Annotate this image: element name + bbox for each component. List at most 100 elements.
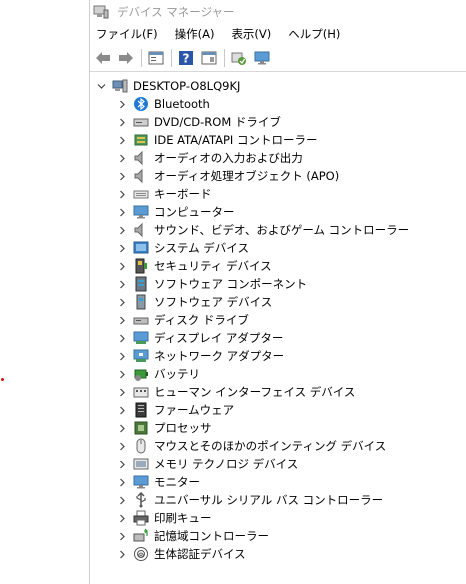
chevron-right-icon[interactable] [117,207,127,217]
tree-item[interactable]: ユニバーサル シリアル バス コントローラー [90,491,466,509]
tree-item[interactable]: プロセッサ [90,419,466,437]
tree-item[interactable]: サウンド、ビデオ、およびゲーム コントローラー [90,221,466,239]
tree-item[interactable]: コンピューター [90,203,466,221]
chevron-right-icon[interactable] [117,477,127,487]
chevron-right-icon[interactable] [117,459,127,469]
device-manager-icon [93,5,109,19]
menu-help[interactable]: ヘルプ(H) [288,26,340,42]
biometric-icon [133,546,149,562]
tree-item-label: サウンド、ビデオ、およびゲーム コントローラー [154,223,410,237]
menu-file[interactable]: ファイル(F) [96,26,158,42]
storage-controller-icon [133,528,149,544]
menu-action[interactable]: 操作(A) [175,26,215,42]
system-device-icon [133,240,149,256]
properties-icon[interactable] [146,48,166,68]
chevron-right-icon[interactable] [117,513,127,523]
chevron-right-icon[interactable] [117,225,127,235]
chevron-right-icon[interactable] [117,99,127,109]
tree-item[interactable]: IDE ATA/ATAPI コントローラー [90,131,466,149]
chevron-right-icon[interactable] [117,135,127,145]
tree-item[interactable]: ソフトウェア デバイス [90,293,466,311]
tree-item[interactable]: ソフトウェア コンポーネント [90,275,466,293]
tree-item[interactable]: 記憶域コントローラー [90,527,466,545]
back-icon[interactable] [93,48,113,68]
tree-item[interactable]: オーディオ処理オブジェクト (APO) [90,167,466,185]
tree-item[interactable]: ネットワーク アダプター [90,347,466,365]
tree-item[interactable]: ファームウェア [90,401,466,419]
chevron-right-icon[interactable] [117,279,127,289]
help-icon[interactable]: ? [176,48,196,68]
chevron-right-icon[interactable] [117,171,127,181]
hid-icon [133,384,149,400]
tree-item[interactable]: セキュリティ デバイス [90,257,466,275]
chevron-right-icon[interactable] [117,261,127,271]
scan-hardware-icon[interactable] [229,48,249,68]
chevron-right-icon[interactable] [117,405,127,415]
mouse-icon [133,438,149,454]
speaker-icon [133,168,149,184]
software-component-icon [133,276,149,292]
tree-item[interactable]: メモリ テクノロジ デバイス [90,455,466,473]
tree-item-label: モニター [154,475,200,489]
tree-item-label: 印刷キュー [154,511,212,525]
computer-root-icon [112,78,128,94]
tree-item[interactable]: マウスとそのほかのポインティング デバイス [90,437,466,455]
chevron-right-icon[interactable] [117,315,127,325]
tree-item[interactable]: システム デバイス [90,239,466,257]
chevron-right-icon[interactable] [117,117,127,127]
tree-item-label: DVD/CD-ROM ドライブ [154,115,281,129]
ide-controller-icon [133,132,149,148]
tree-item-label: マウスとそのほかのポインティング デバイス [154,439,387,453]
processor-icon [133,420,149,436]
chevron-right-icon[interactable] [117,189,127,199]
usb-icon [133,492,149,508]
tree-item[interactable]: ディスプレイ アダプター [90,329,466,347]
forward-icon[interactable] [116,48,136,68]
tree-item-label: セキュリティ デバイス [154,259,272,273]
tree-item[interactable]: 印刷キュー [90,509,466,527]
chevron-down-icon[interactable] [96,81,106,91]
svg-text:?: ? [183,52,190,66]
chevron-right-icon[interactable] [117,495,127,505]
view-icon[interactable] [199,48,219,68]
tree-item[interactable]: 生体認証デバイス [90,545,466,563]
tree-root[interactable]: DESKTOP-O8LQ9KJ [90,77,466,95]
title-bar: デバイス マネージャー [90,0,466,23]
tree-item-label: IDE ATA/ATAPI コントローラー [154,133,318,147]
chevron-right-icon[interactable] [117,243,127,253]
toolbar-separator [141,49,142,67]
chevron-right-icon[interactable] [117,423,127,433]
speaker-icon [133,150,149,166]
chevron-right-icon[interactable] [117,333,127,343]
monitor-icon[interactable] [252,48,272,68]
chevron-right-icon[interactable] [117,387,127,397]
tree-item-label: 生体認証デバイス [154,547,246,561]
chevron-right-icon[interactable] [117,441,127,451]
chevron-right-icon[interactable] [117,531,127,541]
toolbar-separator [171,49,172,67]
tree-item-label: ソフトウェア デバイス [154,295,273,309]
tree-item-label: オーディオ処理オブジェクト (APO) [154,169,340,183]
speaker-icon [133,222,149,238]
tree-item[interactable]: Bluetooth [90,95,466,113]
tree-item[interactable]: バッテリ [90,365,466,383]
tree-item-label: ディスク ドライブ [154,313,249,327]
tree-item[interactable]: ヒューマン インターフェイス デバイス [90,383,466,401]
security-device-icon [133,258,149,274]
tree-item[interactable]: DVD/CD-ROM ドライブ [90,113,466,131]
monitor-icon [133,474,149,490]
chevron-right-icon[interactable] [117,351,127,361]
chevron-right-icon[interactable] [117,549,127,559]
chevron-right-icon[interactable] [117,153,127,163]
battery-icon [133,366,149,382]
memory-icon [133,456,149,472]
tree-item-label: ユニバーサル シリアル バス コントローラー [154,493,384,507]
tree-item-label: ヒューマン インターフェイス デバイス [154,385,356,399]
tree-item[interactable]: オーディオの入力および出力 [90,149,466,167]
chevron-right-icon[interactable] [117,297,127,307]
chevron-right-icon[interactable] [117,369,127,379]
tree-item[interactable]: キーボード [90,185,466,203]
tree-item[interactable]: ディスク ドライブ [90,311,466,329]
tree-item[interactable]: モニター [90,473,466,491]
menu-view[interactable]: 表示(V) [231,26,271,42]
